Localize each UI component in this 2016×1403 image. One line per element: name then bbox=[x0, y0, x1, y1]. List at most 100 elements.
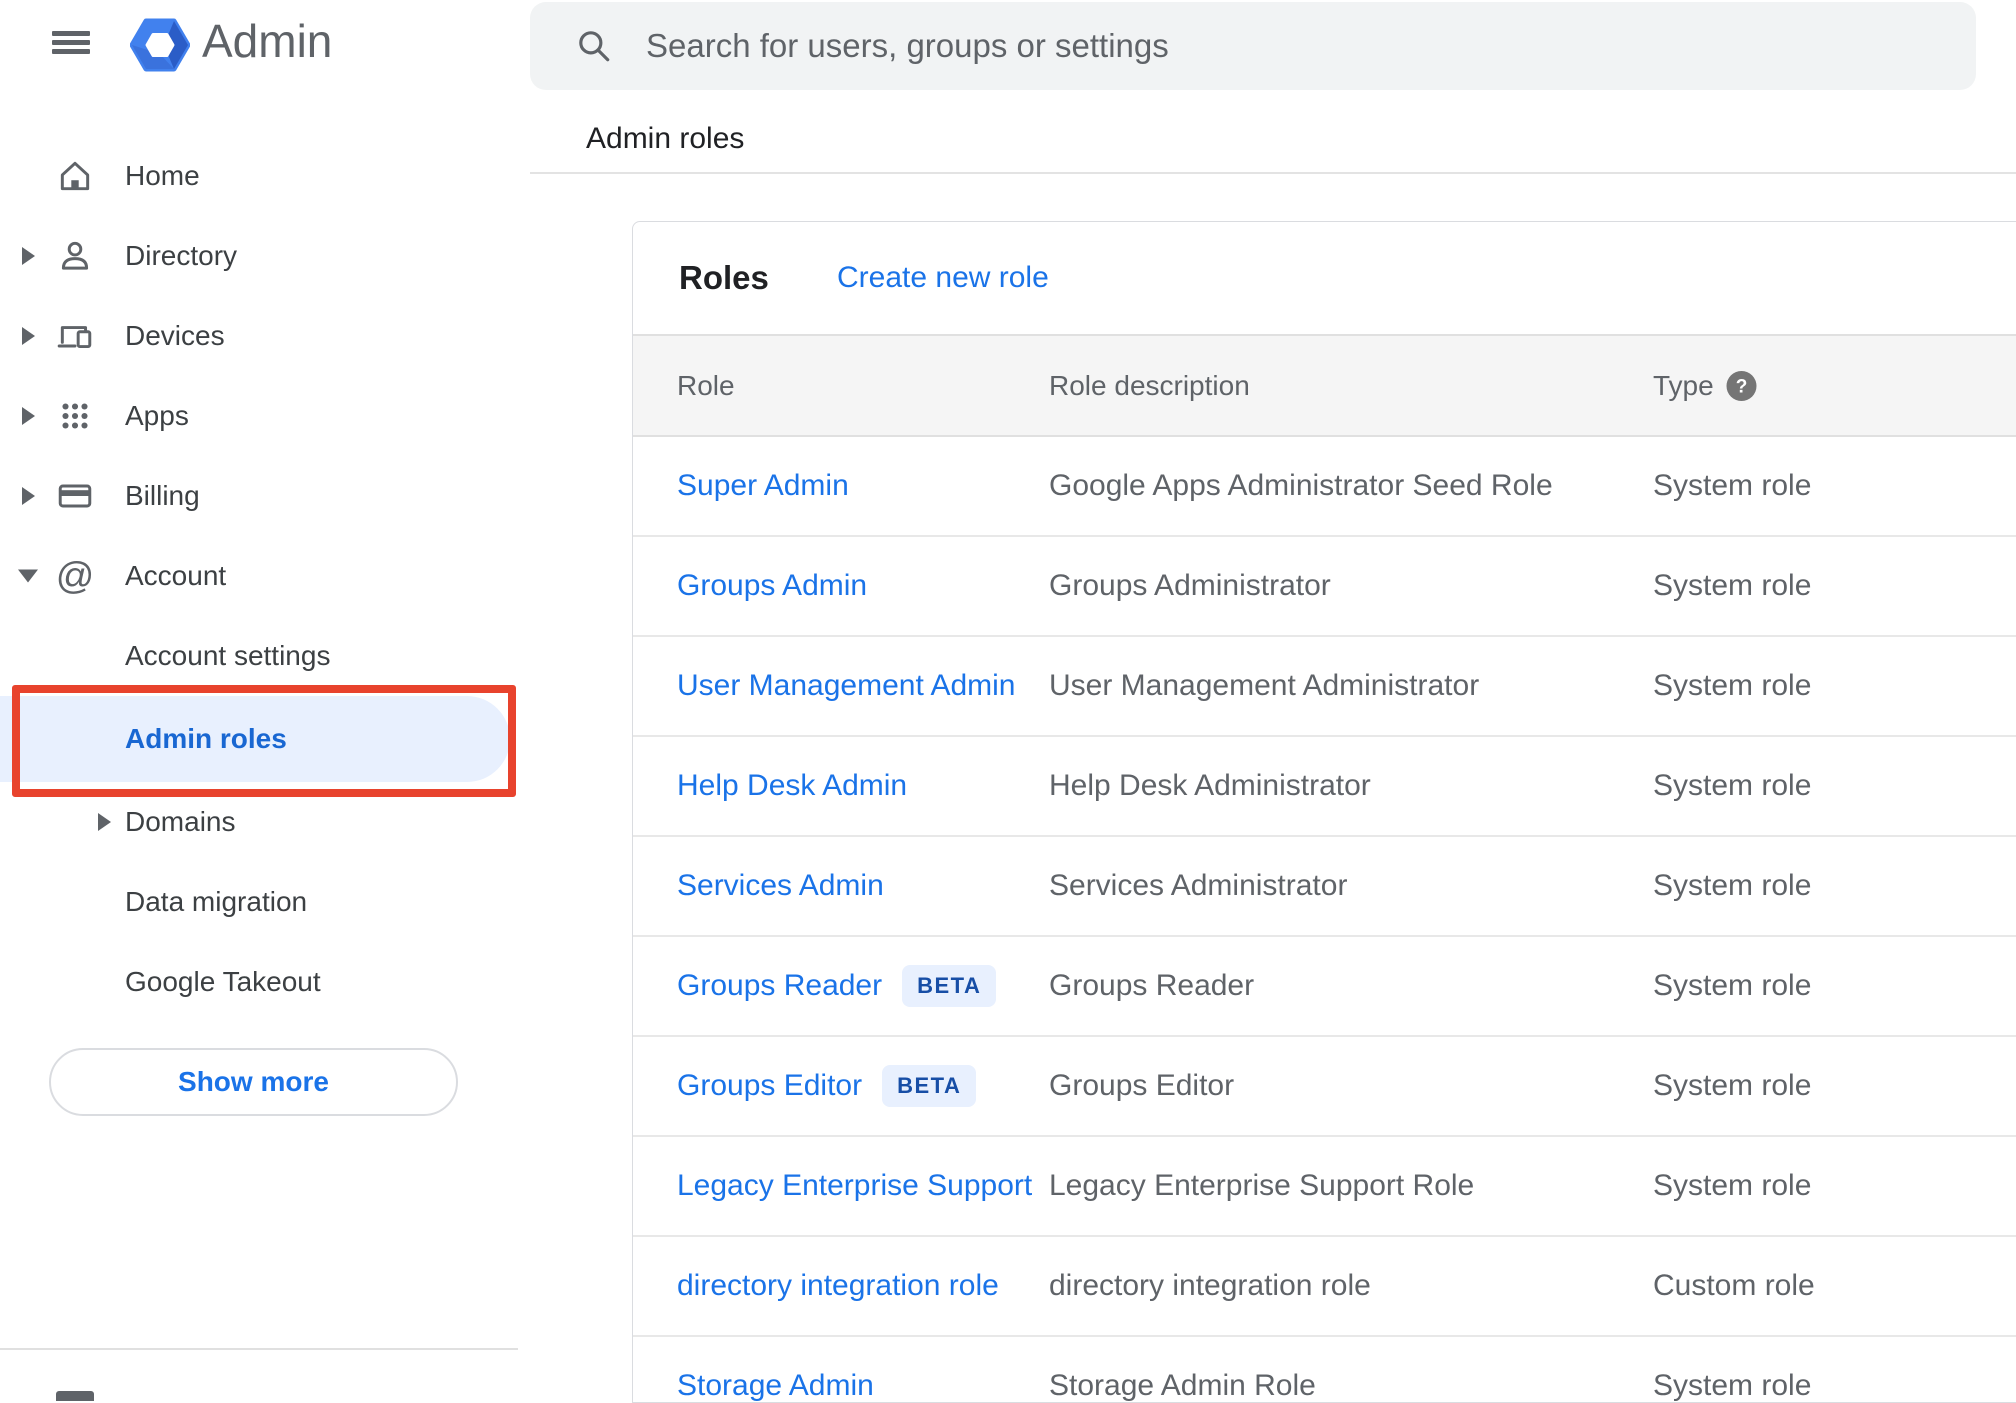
role-description: Google Apps Administrator Seed Role bbox=[1049, 469, 1553, 502]
role-link-groups-editor[interactable]: Groups Editor bbox=[677, 1069, 862, 1103]
role-description: Storage Admin Role bbox=[1049, 1369, 1316, 1402]
show-more-button[interactable]: Show more bbox=[49, 1048, 458, 1116]
role-type: System role bbox=[1653, 1069, 1812, 1102]
column-header-role: Role bbox=[677, 369, 735, 401]
sidebar-item-label: Devices bbox=[125, 320, 225, 351]
sidebar-item-devices[interactable]: Devices bbox=[0, 296, 530, 376]
sidebar-item-billing[interactable]: Billing bbox=[0, 456, 530, 536]
sidebar-item-directory[interactable]: Directory bbox=[0, 216, 530, 296]
role-link-super-admin[interactable]: Super Admin bbox=[677, 469, 849, 503]
beta-badge: BETA bbox=[902, 965, 997, 1007]
sidebar-item-label: Apps bbox=[125, 400, 189, 431]
sidebar-item-label: Domains bbox=[125, 806, 236, 837]
chevron-right-icon[interactable] bbox=[22, 407, 35, 425]
table-row: Super Admin Google Apps Administrator See… bbox=[633, 437, 2016, 537]
role-type: System role bbox=[1653, 869, 1812, 902]
chevron-right-icon[interactable] bbox=[22, 327, 35, 345]
role-link-user-management-admin[interactable]: User Management Admin bbox=[677, 669, 1016, 703]
hamburger-menu-icon[interactable] bbox=[46, 22, 96, 66]
search-input[interactable]: Search for users, groups or settings bbox=[646, 27, 1169, 65]
search-icon bbox=[575, 27, 613, 65]
header-divider bbox=[530, 172, 2016, 174]
credit-card-icon bbox=[56, 477, 94, 515]
table-row: Groups Admin Groups Administrator System r… bbox=[633, 537, 2016, 637]
svg-text:?: ? bbox=[1736, 376, 1748, 397]
table-header: Role Role description Type ? bbox=[633, 334, 2016, 437]
svg-text:@: @ bbox=[56, 557, 94, 595]
table-row: Groups Reader BETA Groups Reader System rol… bbox=[633, 937, 2016, 1037]
sidebar-item-label: Billing bbox=[125, 480, 200, 511]
role-type: System role bbox=[1653, 569, 1812, 602]
create-new-role-link[interactable]: Create new role bbox=[837, 261, 1049, 295]
sidebar-nav: Home Directory Devices Apps Billing @ Account A… bbox=[0, 136, 530, 1022]
home-icon bbox=[56, 157, 94, 195]
role-description: Help Desk Administrator bbox=[1049, 769, 1371, 802]
role-type: System role bbox=[1653, 969, 1812, 1002]
chevron-down-icon[interactable] bbox=[18, 569, 38, 583]
sidebar-item-apps[interactable]: Apps bbox=[0, 376, 530, 456]
devices-icon bbox=[56, 317, 94, 355]
card-title-row: Roles Create new role bbox=[633, 222, 2016, 334]
role-type: System role bbox=[1653, 769, 1812, 802]
sidebar-item-data-migration[interactable]: Data migration bbox=[0, 862, 530, 942]
sidebar-item-admin-roles[interactable]: Admin roles bbox=[0, 696, 530, 782]
role-description: Legacy Enterprise Support Role bbox=[1049, 1169, 1475, 1202]
search-bar[interactable]: Search for users, groups or settings bbox=[530, 2, 1976, 90]
chevron-right-icon[interactable] bbox=[22, 247, 35, 265]
apps-grid-icon bbox=[56, 397, 94, 435]
sidebar-item-home[interactable]: Home bbox=[0, 136, 530, 216]
role-link-groups-admin[interactable]: Groups Admin bbox=[677, 569, 867, 603]
role-link-groups-reader[interactable]: Groups Reader bbox=[677, 969, 882, 1003]
roles-table-body: Super Admin Google Apps Administrator See… bbox=[633, 437, 2016, 1402]
chevron-right-icon[interactable] bbox=[98, 813, 111, 831]
sidebar-item-label: Account settings bbox=[125, 640, 331, 671]
sidebar-item-domains[interactable]: Domains bbox=[0, 782, 530, 862]
admin-logo-icon bbox=[130, 15, 190, 75]
role-link-services-admin[interactable]: Services Admin bbox=[677, 869, 884, 903]
person-icon bbox=[56, 237, 94, 275]
beta-badge: BETA bbox=[882, 1065, 977, 1107]
sidebar-item-label: Google Takeout bbox=[125, 966, 321, 997]
sidebar-item-account-settings[interactable]: Account settings bbox=[0, 616, 530, 696]
column-header-type: Type bbox=[1653, 369, 1714, 401]
breadcrumb: Admin roles bbox=[586, 122, 745, 155]
clipped-sidebar-icon bbox=[56, 1391, 94, 1401]
role-description: Services Administrator bbox=[1049, 869, 1348, 902]
role-link-directory-integration-role[interactable]: directory integration role bbox=[677, 1269, 999, 1303]
table-row: Storage Admin Storage Admin Role System ro… bbox=[633, 1337, 2016, 1402]
role-description: Groups Reader bbox=[1049, 969, 1255, 1002]
chevron-right-icon[interactable] bbox=[22, 487, 35, 505]
table-row: directory integration role directory inte… bbox=[633, 1237, 2016, 1337]
role-description: Groups Editor bbox=[1049, 1069, 1235, 1102]
roles-title: Roles bbox=[679, 259, 769, 296]
sidebar-item-label: Account bbox=[125, 560, 227, 591]
role-description: Groups Administrator bbox=[1049, 569, 1331, 602]
app-title: Admin bbox=[202, 15, 333, 67]
sidebar-item-label: Home bbox=[125, 160, 200, 191]
help-icon[interactable]: ? bbox=[1726, 370, 1757, 401]
roles-card: Roles Create new role Role Role descript… bbox=[632, 221, 2016, 1403]
sidebar-item-label: Data migration bbox=[125, 886, 308, 917]
role-type: System role bbox=[1653, 469, 1812, 502]
sidebar-item-google-takeout[interactable]: Google Takeout bbox=[0, 942, 530, 1022]
column-header-role-description: Role description bbox=[1049, 369, 1250, 401]
role-type: System role bbox=[1653, 1169, 1812, 1202]
sidebar-item-label: Admin roles bbox=[125, 723, 287, 754]
table-row: Services Admin Services Administrator Syst… bbox=[633, 837, 2016, 937]
role-description: directory integration role bbox=[1049, 1269, 1371, 1302]
table-row: Groups Editor BETA Groups Editor System rol… bbox=[633, 1037, 2016, 1137]
role-type: System role bbox=[1653, 669, 1812, 702]
sidebar-item-account[interactable]: @ Account bbox=[0, 536, 530, 616]
role-type: Custom role bbox=[1653, 1269, 1815, 1302]
sidebar-divider bbox=[0, 1348, 518, 1350]
table-row: User Management Admin User Management Adm… bbox=[633, 637, 2016, 737]
role-link-help-desk-admin[interactable]: Help Desk Admin bbox=[677, 769, 907, 803]
role-link-storage-admin[interactable]: Storage Admin bbox=[677, 1369, 874, 1402]
at-sign-icon: @ bbox=[56, 556, 95, 598]
role-link-legacy-enterprise-support[interactable]: Legacy Enterprise Support bbox=[677, 1169, 1032, 1203]
role-type: System role bbox=[1653, 1369, 1812, 1402]
sidebar: Admin Home Directory Devices Apps Billing @ Ac… bbox=[0, 0, 530, 1401]
table-row: Legacy Enterprise Support Legacy Enterpri… bbox=[633, 1137, 2016, 1237]
table-row: Help Desk Admin Help Desk Administrator Sy… bbox=[633, 737, 2016, 837]
role-description: User Management Administrator bbox=[1049, 669, 1480, 702]
